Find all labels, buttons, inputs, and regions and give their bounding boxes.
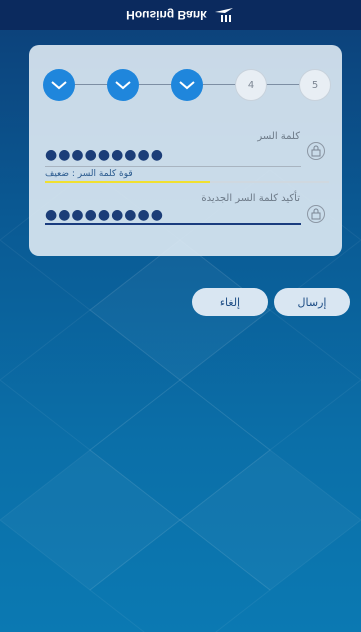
password-form-card: 4 5 كلمة السر ●●●●●●●●● قوة كلمة السر : …: [29, 45, 342, 256]
brand: Housing Bank: [126, 6, 235, 24]
confirm-password-field[interactable]: ●●●●●●●●●: [45, 207, 164, 223]
lock-icon: [311, 208, 321, 220]
confirm-password-icon[interactable]: [307, 205, 325, 223]
step-5: 5: [299, 69, 331, 101]
cancel-button[interactable]: إلغاء: [192, 288, 268, 316]
password-field[interactable]: ●●●●●●●●●: [45, 147, 164, 163]
check-icon: [179, 81, 195, 90]
step-2-complete: [107, 69, 139, 101]
confirm-password-underline: [45, 223, 301, 225]
password-underline: [45, 166, 301, 167]
brand-name: Housing Bank: [126, 8, 207, 22]
password-strength-label: قوة كلمة السر : ضعيف: [45, 169, 133, 179]
password-label: كلمة السر: [257, 131, 300, 142]
lock-icon: [311, 145, 321, 157]
housing-bank-logo-icon: [214, 8, 233, 22]
password-strength-bar: [45, 181, 329, 183]
confirm-password-label: تأكيد كلمة السر الجديدة: [201, 193, 300, 204]
step-1-complete: [43, 69, 75, 101]
app-header: Housing Bank: [0, 0, 361, 30]
password-icon[interactable]: [307, 142, 325, 160]
step-4: 4: [235, 69, 267, 101]
password-strength-fill: [45, 181, 210, 183]
step-3-complete: [171, 69, 203, 101]
submit-button[interactable]: إرسال: [274, 288, 350, 316]
progress-stepper: 4 5: [43, 65, 331, 105]
check-icon: [115, 81, 131, 90]
check-icon: [51, 81, 67, 90]
